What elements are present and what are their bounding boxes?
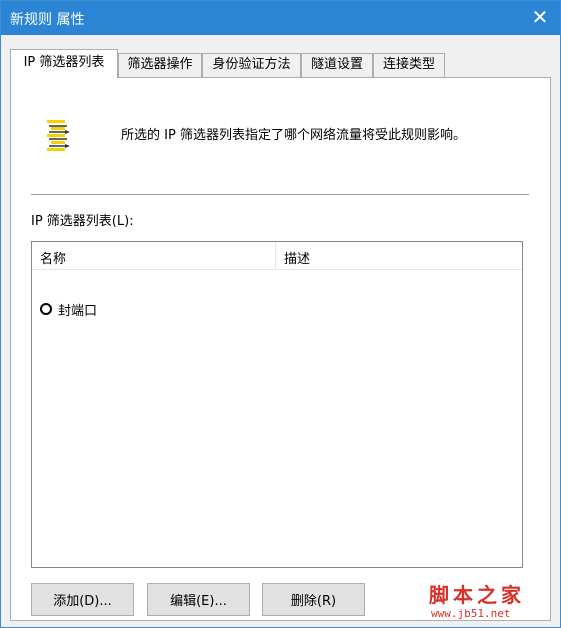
filter-list[interactable]: 名称 描述 封端口: [31, 241, 523, 568]
tab-ip-filter-list[interactable]: IP 筛选器列表: [10, 49, 118, 78]
add-button[interactable]: 添加(D)...: [31, 583, 134, 616]
watermark-url: www.jb51.net: [431, 607, 511, 620]
window-title: 新规则 属性: [10, 12, 85, 28]
edit-button[interactable]: 编辑(E)...: [147, 583, 250, 616]
watermark-text: 脚本之家: [429, 583, 525, 607]
column-divider[interactable]: [275, 242, 276, 269]
column-header-description[interactable]: 描述: [284, 248, 310, 267]
close-button[interactable]: ✕: [520, 1, 560, 35]
filter-list-icon: [47, 120, 70, 151]
delete-button[interactable]: 删除(R): [262, 583, 365, 616]
tab-filter-action[interactable]: 筛选器操作: [118, 53, 202, 77]
radio-button[interactable]: [40, 303, 52, 315]
column-header-name[interactable]: 名称: [40, 248, 66, 267]
tab-connection-type[interactable]: 连接类型: [373, 53, 445, 77]
title-bar[interactable]: 新规则 属性 ✕: [1, 1, 560, 35]
tab-tunnel-settings[interactable]: 隧道设置: [301, 53, 373, 77]
separator: [31, 194, 529, 195]
tab-authentication-methods[interactable]: 身份验证方法: [202, 53, 301, 77]
filter-list-label: IP 筛选器列表(L):: [31, 214, 134, 229]
list-item-name: 封端口: [58, 304, 98, 319]
info-description: 所选的 IP 筛选器列表指定了哪个网络流量将受此规则影响。: [121, 128, 466, 143]
list-header: 名称 描述: [32, 242, 522, 270]
watermark: 脚本之家 www.jb51.net: [429, 579, 554, 623]
properties-dialog: 新规则 属性 ✕ IP 筛选器列表 筛选器操作 身份验证方法 隧道设置 连接类型…: [0, 0, 561, 628]
tab-panel: 所选的 IP 筛选器列表指定了哪个网络流量将受此规则影响。 IP 筛选器列表(L…: [10, 77, 551, 621]
